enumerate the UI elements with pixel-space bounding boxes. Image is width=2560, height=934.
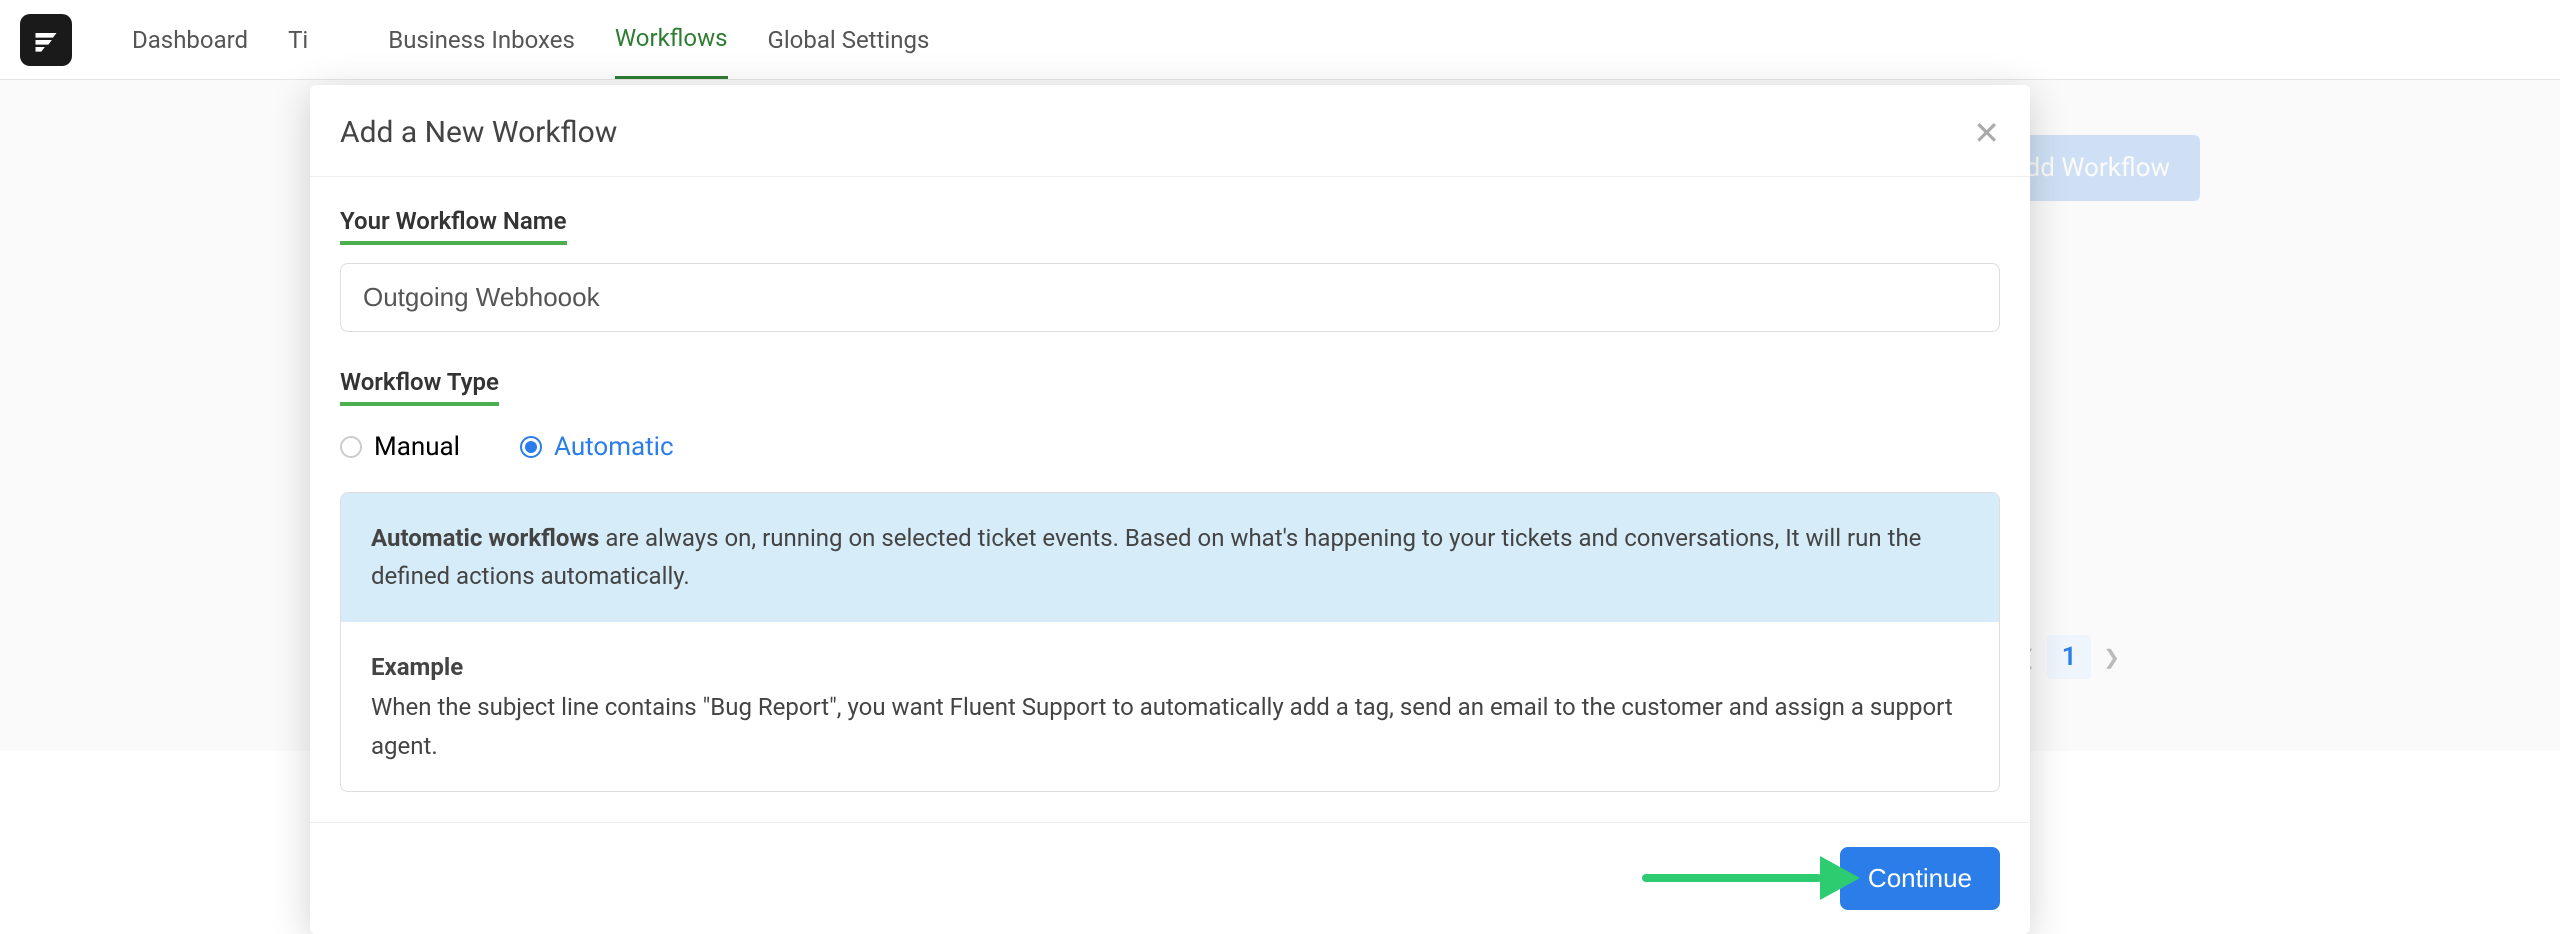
modal-header: Add a New Workflow ✕ xyxy=(310,85,2030,177)
radio-manual-label: Manual xyxy=(374,432,460,462)
arrow-annotation xyxy=(1642,856,1860,900)
nav-dashboard[interactable]: Dashboard xyxy=(132,0,248,79)
chevron-right-icon[interactable]: ❯ xyxy=(2103,645,2120,669)
example-text: When the subject line contains "Bug Repo… xyxy=(371,693,1953,759)
workflow-name-label: Your Workflow Name xyxy=(340,207,567,245)
workflow-name-input[interactable] xyxy=(340,263,2000,332)
nav-tickets[interactable]: Ti xyxy=(288,0,308,79)
add-workflow-modal: Add a New Workflow ✕ Your Workflow Name … xyxy=(310,85,2030,934)
main-nav: Dashboard Ti Business Inboxes Workflows … xyxy=(132,0,929,79)
logo-icon xyxy=(32,26,60,54)
info-rest: are always on, running on selected ticke… xyxy=(371,524,1921,590)
modal-footer: Continue xyxy=(310,822,2030,934)
info-description: Automatic workflows are always on, runni… xyxy=(341,493,1999,622)
workflow-type-label: Workflow Type xyxy=(340,368,499,406)
info-box: Automatic workflows are always on, runni… xyxy=(340,492,2000,792)
modal-title: Add a New Workflow xyxy=(340,115,617,150)
modal-body: Your Workflow Name Workflow Type Manual … xyxy=(310,177,2030,822)
nav-workflows[interactable]: Workflows xyxy=(615,0,728,79)
arrow-head-icon xyxy=(1820,856,1860,900)
example-label: Example xyxy=(371,648,1969,686)
continue-button[interactable]: Continue xyxy=(1840,847,2000,910)
radio-automatic[interactable]: Automatic xyxy=(520,432,674,462)
top-bar: Dashboard Ti Business Inboxes Workflows … xyxy=(0,0,2560,80)
nav-business-inboxes[interactable]: Business Inboxes xyxy=(388,0,575,79)
radio-circle-icon xyxy=(340,436,362,458)
radio-circle-icon xyxy=(520,436,542,458)
app-logo[interactable] xyxy=(20,14,72,66)
page-number[interactable]: 1 xyxy=(2047,635,2091,679)
radio-automatic-label: Automatic xyxy=(554,432,674,462)
radio-manual[interactable]: Manual xyxy=(340,432,460,462)
pagination: ❮ 1 ❯ xyxy=(2018,635,2120,679)
info-example: Example When the subject line contains "… xyxy=(341,622,1999,791)
info-strong: Automatic workflows xyxy=(371,524,599,552)
workflow-type-radio-group: Manual Automatic xyxy=(340,424,2000,462)
arrow-line-icon xyxy=(1642,874,1822,882)
close-icon[interactable]: ✕ xyxy=(1973,117,2000,149)
nav-global-settings[interactable]: Global Settings xyxy=(768,0,930,79)
